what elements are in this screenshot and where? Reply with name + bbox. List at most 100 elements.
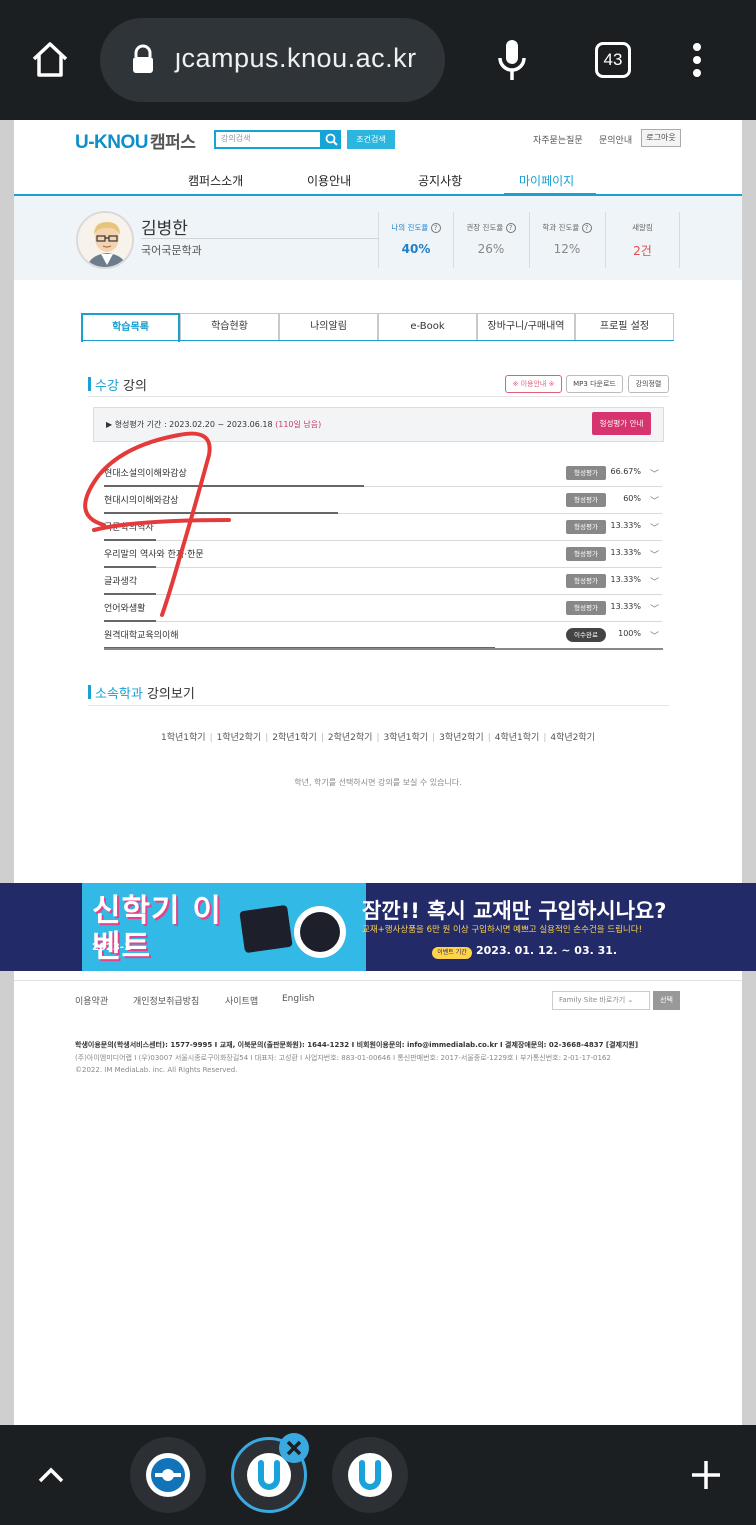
section-title-rest: 강의 <box>118 379 147 394</box>
nav-mypage[interactable]: 마이페이지 <box>519 172 574 189</box>
semester-link[interactable]: 3학년2학기 <box>439 733 484 743</box>
user-name: 김병한 <box>141 219 188 239</box>
help-icon[interactable]: ? <box>581 223 592 233</box>
logo-text: U-KNOU <box>75 132 149 153</box>
semester-link[interactable]: 2학년1학기 <box>272 733 317 743</box>
course-row[interactable]: 원격대학교육의이해 이수완료 100% ﹀ <box>104 622 664 649</box>
section-marker <box>88 685 91 699</box>
family-site-select[interactable]: Family Site 바로가기 ⌄ <box>552 991 650 1010</box>
course-progress-pct: 100% <box>618 629 641 638</box>
section-title-rest: 강의보기 <box>142 687 195 702</box>
tab-switcher-button[interactable]: 43 <box>595 42 631 78</box>
evaluation-guide-button[interactable]: 형성평가 안내 <box>592 412 651 435</box>
tab-ebook[interactable]: e-Book <box>378 313 477 341</box>
section-title-highlight: 소속학과 <box>95 687 143 702</box>
family-site-label: Family Site 바로가기 <box>559 996 626 1004</box>
course-status-badge[interactable]: 형성평가 <box>566 493 606 507</box>
nav-guide[interactable]: 이용안내 <box>307 172 351 189</box>
footer-terms-link[interactable]: 이용약관 <box>75 994 108 1007</box>
semester-selector: 1학년1학기 | 1학년2학기 | 2학년1학기 | 2학년2학기 | 3학년1학기 | 3학년2학… <box>14 730 742 743</box>
semester-link[interactable]: 4학년2학기 <box>550 733 595 743</box>
semester-separator: | <box>543 733 547 743</box>
semester-separator: | <box>320 733 324 743</box>
tab-cart-orders[interactable]: 장바구니/구매내역 <box>477 313 575 341</box>
semester-link[interactable]: 1학년2학기 <box>217 733 262 743</box>
tab-study-status[interactable]: 학습현황 <box>180 313 279 341</box>
stat-new-alerts[interactable]: 새알림 2건 <box>605 212 680 268</box>
logout-button[interactable]: 로그아웃 <box>641 129 681 147</box>
tab-study-list[interactable]: 학습목록 <box>81 313 180 342</box>
banner-dates: 2023. 01. 12. ~ 03. 31. <box>476 944 618 957</box>
plus-icon[interactable] <box>689 1458 723 1496</box>
tab-profile-settings[interactable]: 프로필 설정 <box>575 313 674 341</box>
chevron-down-icon[interactable]: ﹀ <box>650 467 659 480</box>
page-margin-right <box>742 120 756 1425</box>
usage-guide-button[interactable]: ※ 이용안내 ※ <box>505 375 562 393</box>
banner-period-tag: 이벤트 기간 <box>432 947 472 959</box>
family-site-go-button[interactable]: 선택 <box>653 991 680 1010</box>
more-vert-icon[interactable] <box>690 42 704 82</box>
mic-icon[interactable] <box>496 38 528 86</box>
search-icon <box>325 133 338 146</box>
chevron-down-icon[interactable]: ﹀ <box>650 629 659 642</box>
course-progress-pct: 13.33% <box>610 602 641 611</box>
semester-link[interactable]: 2학년2학기 <box>328 733 373 743</box>
footer-sitemap-link[interactable]: 사이트맵 <box>225 994 258 1007</box>
course-progress-pct: 13.33% <box>610 548 641 557</box>
chevron-down-icon[interactable]: ﹀ <box>650 521 659 534</box>
footer-privacy-link[interactable]: 개인정보취급방침 <box>133 994 199 1007</box>
chevron-down-icon[interactable]: ﹀ <box>650 602 659 615</box>
semester-link[interactable]: 3학년1학기 <box>384 733 429 743</box>
sort-courses-button[interactable]: 강의정렬 <box>628 375 669 393</box>
site-logo[interactable]: U-KNOU 캠퍼스 <box>75 128 196 154</box>
nav-notice[interactable]: 공지사항 <box>418 172 462 189</box>
course-status-badge[interactable]: 형성평가 <box>566 520 606 534</box>
course-status-badge[interactable]: 형성평가 <box>566 601 606 615</box>
home-icon[interactable] <box>30 40 70 84</box>
semester-separator: | <box>209 733 213 743</box>
help-icon[interactable]: ? <box>430 223 441 233</box>
close-icon[interactable] <box>279 1433 309 1463</box>
faq-link[interactable]: 자주묻는질문 <box>533 133 583 146</box>
help-icon[interactable]: ? <box>505 223 516 233</box>
stat-label: 학과 진도율 <box>542 223 580 232</box>
tab-thumbnail-ucampus[interactable] <box>332 1437 408 1513</box>
course-status-badge[interactable]: 이수완료 <box>566 628 606 642</box>
web-page: U-KNOU 캠퍼스 강의검색 조건검색 자주묻는질문 문의안내 로그아웃 캠퍼스… <box>14 120 742 1425</box>
section-marker <box>88 377 91 391</box>
mp3-download-button[interactable]: MP3 다운로드 <box>566 375 623 393</box>
handwritten-mark <box>83 431 231 617</box>
banner-subtext: 교재+행사상품을 6만 원 이상 구입하시면 예쁘고 실용적인 손수건을 드립니… <box>362 925 642 935</box>
footer-contact: 학생이용문의(학생서비스센터): 1577-9995 I 교재, 이북문의(출판… <box>75 1041 639 1049</box>
tab-underline <box>81 340 674 341</box>
url-text[interactable]: ȷcampus.knou.ac.kr <box>175 43 417 74</box>
semester-link[interactable]: 4학년1학기 <box>495 733 540 743</box>
chevron-down-icon[interactable]: ﹀ <box>650 548 659 561</box>
chevron-down-icon[interactable]: ﹀ <box>650 575 659 588</box>
chevron-down-icon[interactable]: ﹀ <box>650 494 659 507</box>
inquiry-link[interactable]: 문의안내 <box>599 133 632 146</box>
footer-english-link[interactable]: English <box>282 994 315 1004</box>
course-status-badge[interactable]: 형성평가 <box>566 574 606 588</box>
stat-label: 새알림 <box>632 223 653 232</box>
course-progress-pct: 60% <box>623 494 641 503</box>
section-rule <box>88 396 669 397</box>
tab-thumbnail-knou[interactable] <box>130 1437 206 1513</box>
condition-search-button[interactable]: 조건검색 <box>347 130 395 149</box>
tab-my-alerts[interactable]: 나의알림 <box>279 313 378 341</box>
course-status-badge[interactable]: 형성평가 <box>566 547 606 561</box>
semester-separator: | <box>376 733 380 743</box>
search-placeholder: 강의검색 <box>221 134 251 143</box>
chevron-up-icon[interactable] <box>36 1463 66 1491</box>
semester-link[interactable]: 1학년1학기 <box>161 733 206 743</box>
stat-value: 40% <box>401 242 431 256</box>
section-title-enrolled: 수강 강의 <box>95 375 147 394</box>
stat-recommended-progress: 권장 진도율 ? 26% <box>453 212 528 268</box>
footer-copyright: ©2022. IM MediaLab. inc. All Rights Rese… <box>75 1066 238 1074</box>
search-button[interactable] <box>322 130 341 149</box>
course-status-badge[interactable]: 형성평가 <box>566 466 606 480</box>
nav-campus-intro[interactable]: 캠퍼스소개 <box>188 172 243 189</box>
course-name[interactable]: 원격대학교육의이해 <box>104 628 179 641</box>
stat-value: 12% <box>553 242 581 256</box>
course-progress-pct: 13.33% <box>610 575 641 584</box>
